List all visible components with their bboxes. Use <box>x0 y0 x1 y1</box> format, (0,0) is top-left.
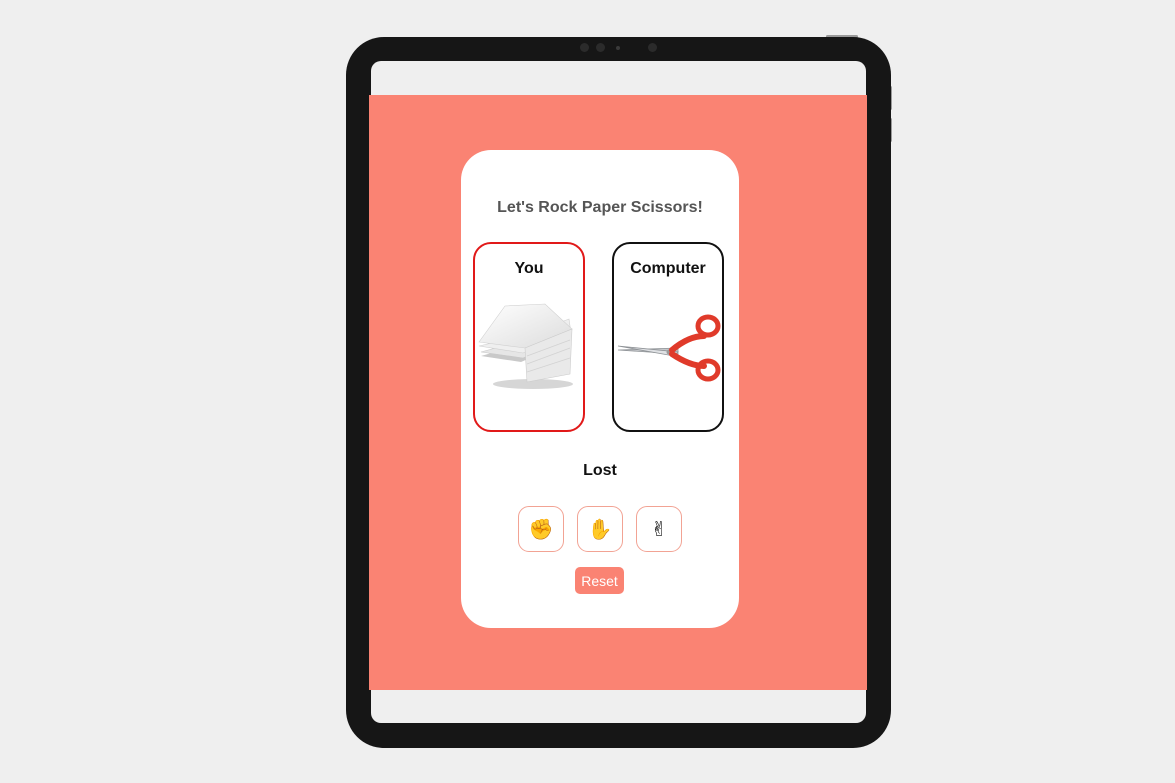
game-card: Let's Rock Paper Scissors! You Computer … <box>461 150 739 628</box>
scissors-icon <box>617 314 721 382</box>
player-you-panel: You <box>473 242 585 432</box>
choice-buttons: ✊ ✋ ✌ <box>518 506 683 554</box>
player-computer-panel: Computer <box>612 242 724 432</box>
victory-hand-icon: ✌ <box>650 516 668 541</box>
paper-stack-icon <box>478 303 573 389</box>
paper-button[interactable]: ✋ <box>577 506 623 552</box>
reset-button[interactable]: Reset <box>575 567 624 594</box>
page-title: Let's Rock Paper Scissors! <box>497 199 703 216</box>
stage: Let's Rock Paper Scissors! You Computer … <box>0 0 1175 783</box>
result-text: Lost <box>583 462 617 479</box>
rock-button[interactable]: ✊ <box>518 506 564 552</box>
camera-sensor-icon <box>616 46 620 50</box>
scissors-button[interactable]: ✌ <box>636 506 682 552</box>
camera-sensor-icon <box>580 43 589 52</box>
player-computer-label: Computer <box>630 260 706 277</box>
player-you-label: You <box>514 260 544 277</box>
camera-lens-icon <box>648 43 657 52</box>
raised-hand-icon: ✋ <box>587 516 613 541</box>
fist-icon: ✊ <box>528 516 554 541</box>
camera-sensor-icon <box>596 43 605 52</box>
